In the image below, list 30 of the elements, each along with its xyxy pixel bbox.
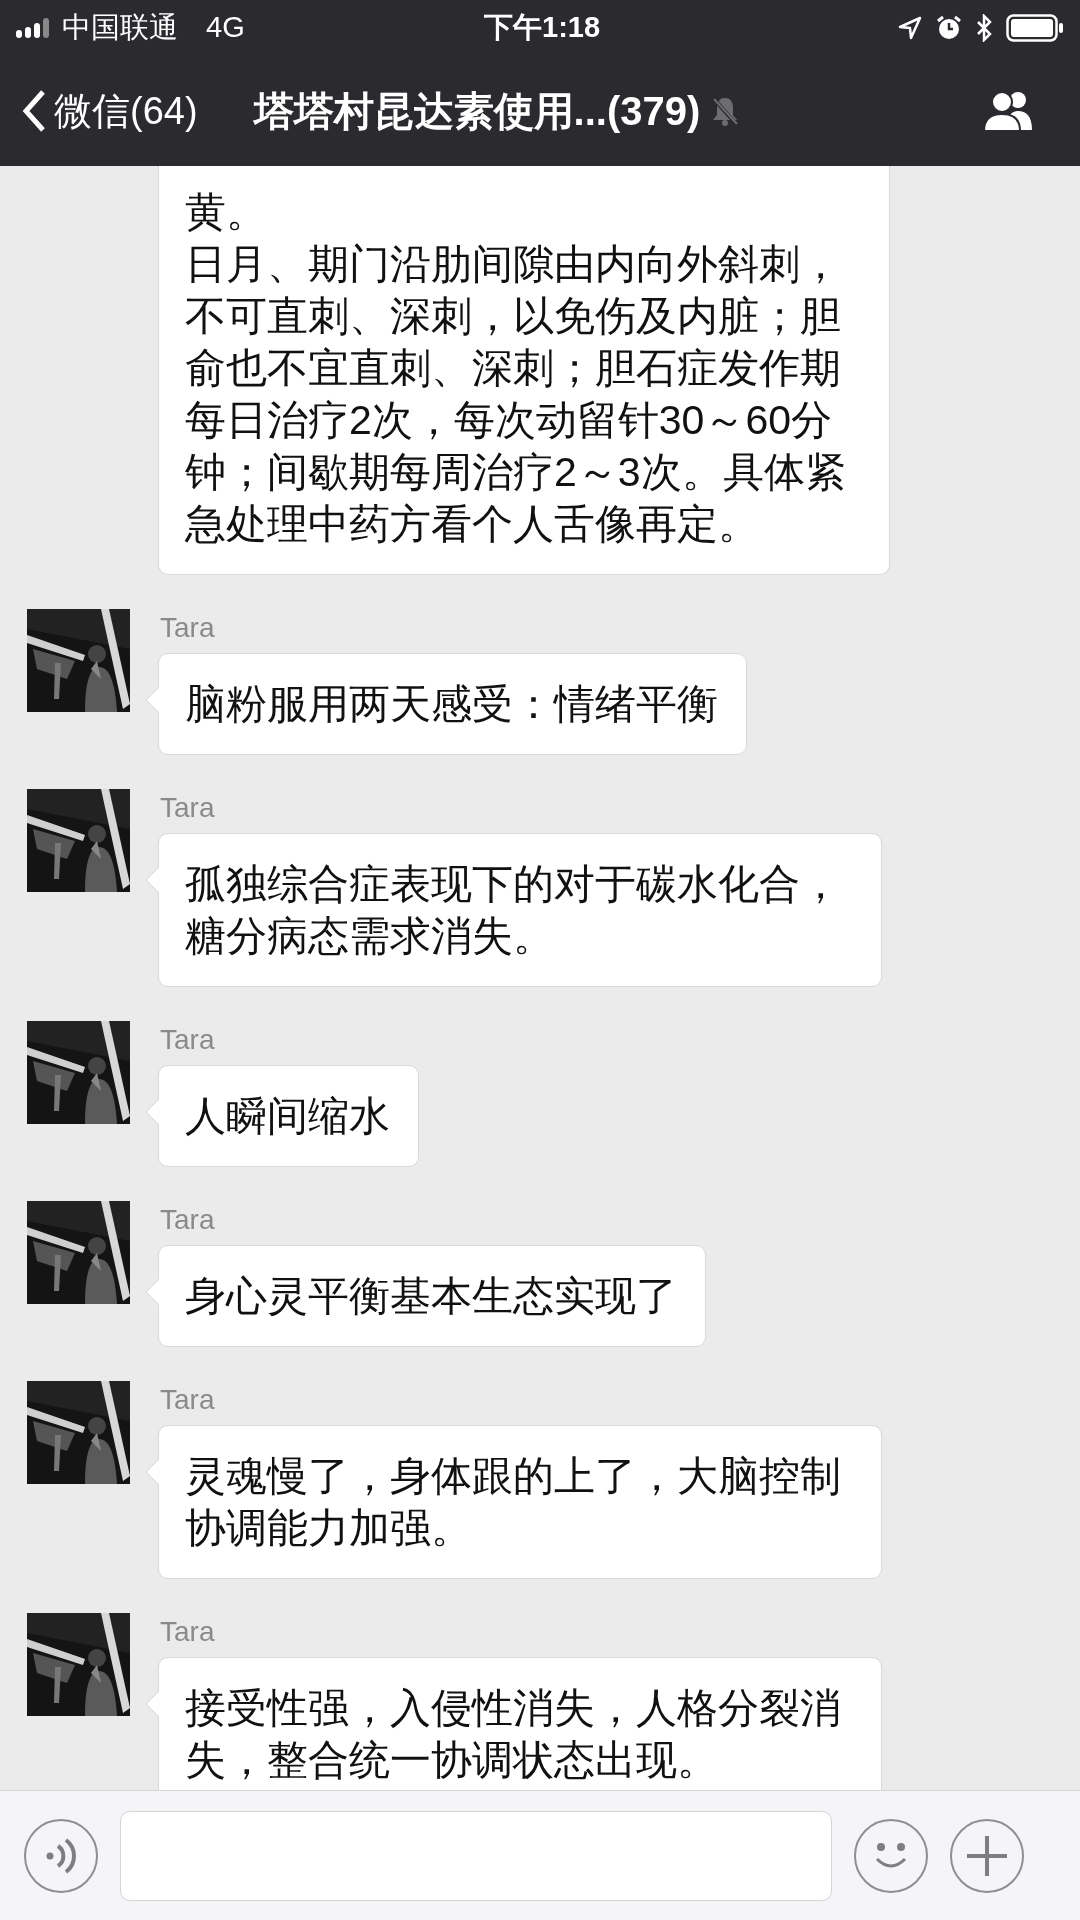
message-text: 黄。 (185, 188, 268, 237)
message-bubble: 接受性强，入侵性消失，人格分裂消失，整合统一协调状态出现。 (158, 1657, 882, 1790)
more-button[interactable] (950, 1818, 1024, 1893)
voice-button[interactable] (24, 1818, 98, 1893)
message-bubble: 脑粉服用两天感受：情绪平衡 (158, 653, 747, 755)
bluetooth-icon (976, 14, 992, 42)
sender-name: Tara (160, 791, 216, 825)
plus-icon (965, 1833, 1009, 1878)
sender-name: Tara (160, 1203, 216, 1237)
sender-name: Tara (160, 611, 216, 645)
back-button[interactable]: 微信(64) (22, 82, 198, 140)
location-icon (898, 16, 922, 40)
network-type: 4G (206, 10, 245, 46)
status-time: 下午1:18 (484, 10, 601, 46)
emoji-button[interactable] (854, 1818, 928, 1893)
back-chevron-icon (22, 89, 46, 133)
carrier-name: 中国联通 (62, 10, 178, 46)
signal-icon (16, 18, 52, 38)
message-bubble: 身心灵平衡基本生态实现了 (158, 1245, 706, 1347)
sender-name: Tara (160, 1615, 216, 1649)
alarm-icon (936, 15, 962, 41)
battery-icon (1006, 14, 1064, 42)
message-input-field[interactable] (120, 1810, 832, 1901)
message-bubble: 灵魂慢了，身体跟的上了，大脑控制协调能力加强。 (158, 1425, 882, 1579)
sender-name: Tara (160, 1383, 216, 1417)
sender-name: Tara (160, 1023, 216, 1057)
message-bubble: 人瞬间缩水 (158, 1065, 419, 1167)
chat-title: 塔塔村昆达素使用...(379) (253, 88, 701, 135)
message-bubble: 孤独综合症表现下的对于碳水化合，糖分病态需求消失。 (158, 833, 882, 987)
message-text: 日月、期门沿肋间隙由内向外斜刺，不可直刺、深刺，以免伤及内脏；胆俞也不宜直刺、深刺；胆石症发作期每日治疗2次，每次动留针30～60分钟；间歇期每周治疗2～3次。具体紧急处理中药方看个人舌像再定。 (185, 240, 847, 549)
